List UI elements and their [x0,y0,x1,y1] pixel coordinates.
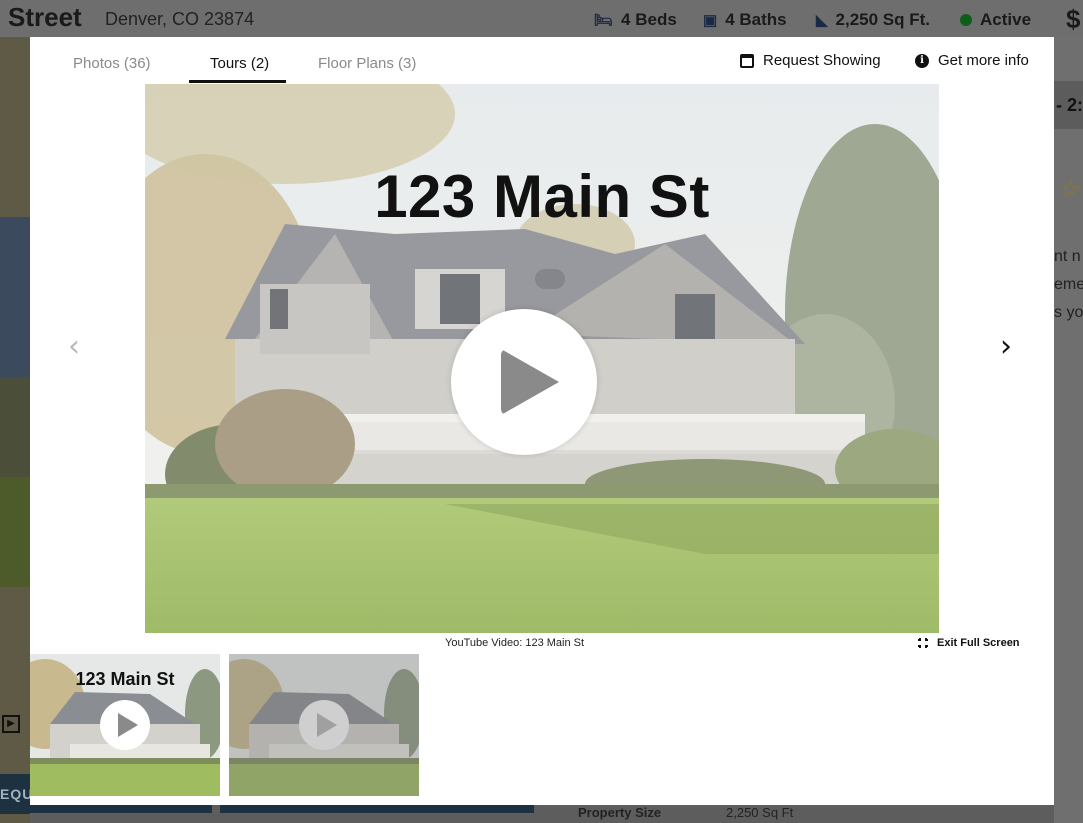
chevron-left-icon[interactable]: ‹ [68,332,80,362]
background-bottom: Property Size 2,250 Sq Ft [30,805,1054,823]
beds-label: 4 Beds [621,10,677,29]
listing-street: Street [8,2,82,32]
bath-icon: ▣ [703,12,718,29]
get-more-info-button[interactable]: i Get more info [915,52,1029,69]
tab-floor-plans[interactable]: Floor Plans (3) [318,55,416,72]
background-right-text: nt n eme s you [1054,243,1083,327]
property-size-value: 2,250 Sq Ft [726,805,794,820]
request-showing-label: Request Showing [763,52,881,69]
status-dot-icon [960,14,972,26]
background-text-line: s you [1054,304,1083,321]
ruler-icon: ◣ [816,12,828,29]
bed-icon: 🛏 [594,12,614,29]
play-icon[interactable] [451,309,597,455]
background-bottom-button-2[interactable] [220,805,534,813]
background-header: Street Denver, CO 23874 🛏 4 Beds ▣ 4 Bat… [0,0,1083,37]
video-player[interactable]: 123 Main St [145,84,939,633]
sqft-label: 2,250 Sq Ft. [835,10,931,29]
background-text-line: nt n [1054,248,1081,265]
status-label: Active [980,10,1032,29]
chevron-right-icon[interactable]: › [1000,332,1012,362]
get-more-info-label: Get more info [938,52,1029,69]
thumbnail-play-icon [100,700,150,750]
tour-thumbnail-2[interactable] [229,654,419,796]
play-square-icon[interactable]: ▶ [2,715,20,733]
baths-stat: ▣ 4 Baths [703,10,787,30]
active-tab-indicator [189,80,286,83]
listing-city: Denver, CO 23874 [105,9,255,29]
background-photo-strip: ▶ EQU [0,37,32,823]
media-tabs: Photos (36) Tours (2) Floor Plans (3) Re… [30,37,1054,84]
media-modal: Photos (36) Tours (2) Floor Plans (3) Re… [30,37,1054,805]
tab-photos[interactable]: Photos (36) [73,55,151,72]
price-prefix: $ [1066,4,1081,34]
background-right-band: - 2: [1054,81,1083,129]
tab-tours[interactable]: Tours (2) [210,55,269,72]
request-showing-button[interactable]: Request Showing [740,52,881,69]
exit-fullscreen-label: Exit Full Screen [937,637,1020,649]
exit-fullscreen-icon [918,638,928,648]
video-caption: YouTube Video: 123 Main St [445,637,585,649]
calendar-icon [740,53,754,68]
sqft-stat: ◣ 2,250 Sq Ft. [816,10,930,30]
thumbnail-play-icon [299,700,349,750]
status-stat: Active [960,10,1031,30]
background-button[interactable]: EQU [0,774,32,814]
star-icon: ☆ [1060,176,1082,203]
info-icon: i [915,53,929,68]
property-size-label: Property Size [578,805,662,820]
beds-stat: 🛏 4 Beds [594,10,677,30]
exit-fullscreen-button[interactable]: Exit Full Screen [918,637,1020,649]
baths-label: 4 Baths [725,10,787,29]
tour-thumbnail-1[interactable]: 123 Main St [30,654,220,796]
video-title: 123 Main St [374,163,710,230]
thumbnail-title: 123 Main St [75,669,175,689]
background-lawn [0,477,30,587]
background-text-line: eme [1054,276,1083,293]
background-bottom-button-1[interactable] [30,805,212,813]
background-house-photo [0,37,30,823]
background-right-panel: - 2: ☆ nt n eme s you [1054,37,1083,823]
